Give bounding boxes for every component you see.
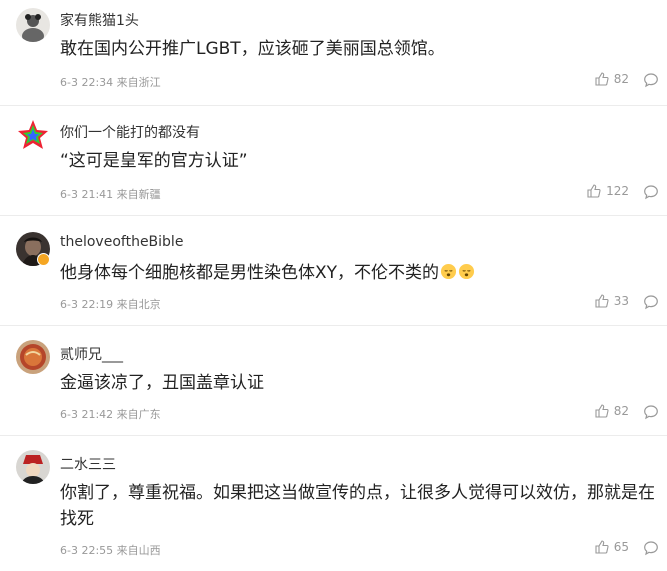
- like-count: 122: [606, 184, 629, 198]
- comment-text-body: 他身体每个细胞核都是男性染色体XY，不伦不类的: [60, 263, 440, 283]
- comment-item: 家有熊猫1头 敢在国内公开推广LGBT，应该砸了美丽国总领馆。 6-3 22:3…: [0, 0, 667, 106]
- username[interactable]: theloveoftheBible: [60, 234, 183, 250]
- comment-time: 6-3 22:19: [60, 298, 114, 311]
- comment-time: 6-3 21:42: [60, 408, 114, 421]
- thumbs-up-icon: [587, 184, 601, 198]
- thumbs-up-icon: [595, 294, 609, 308]
- comment-location: 来自北京: [116, 298, 161, 311]
- comment-meta: 6-3 22:19 来自北京: [60, 296, 161, 312]
- sleepy-face-emoji: [440, 263, 457, 280]
- comment-meta: 6-3 22:34 来自浙江: [60, 74, 161, 90]
- comment-text: 敢在国内公开推广LGBT，应该砸了美丽国总领馆。: [60, 39, 445, 59]
- like-count: 33: [613, 294, 629, 308]
- comment-text: 你割了，尊重祝福。如果把这当做宣传的点，让很多人觉得可以效仿，那就是在找死: [60, 483, 655, 529]
- like-button[interactable]: 33: [595, 294, 629, 308]
- comment-bubble-icon[interactable]: [643, 404, 659, 420]
- comment-item: theloveoftheBible 他身体每个细胞核都是男性染色体XY，不伦不类…: [0, 216, 667, 326]
- like-button[interactable]: 82: [595, 404, 629, 418]
- like-count: 65: [613, 540, 629, 554]
- comment-meta: 6-3 21:42 来自广东: [60, 406, 161, 422]
- thumbs-up-icon: [595, 72, 609, 86]
- sleepy-face-emoji: [458, 263, 475, 280]
- like-count: 82: [613, 72, 629, 86]
- thumbs-up-icon: [595, 404, 609, 418]
- comment-bubble-icon[interactable]: [643, 294, 659, 310]
- comment-meta: 6-3 22:55 来自山西: [60, 542, 161, 558]
- comment-item: 二水三三 你割了，尊重祝福。如果把这当做宣传的点，让很多人觉得可以效仿，那就是在…: [0, 436, 667, 571]
- comment-location: 来自新疆: [116, 188, 161, 201]
- comment-time: 6-3 22:55: [60, 544, 114, 557]
- comment-text: 他身体每个细胞核都是男性染色体XY，不伦不类的: [60, 260, 650, 286]
- username[interactable]: 你们一个能打的都没有: [60, 122, 200, 142]
- comment-bubble-icon[interactable]: [643, 72, 659, 88]
- thumbs-up-icon: [595, 540, 609, 554]
- verified-badge: [37, 253, 50, 266]
- avatar[interactable]: [16, 340, 50, 374]
- comment-location: 来自浙江: [116, 76, 161, 89]
- comment-time: 6-3 22:34: [60, 76, 114, 89]
- comment-text: 金逼该凉了，丑国盖章认证: [60, 373, 264, 393]
- comment-bubble-icon[interactable]: [643, 540, 659, 556]
- avatar[interactable]: [16, 8, 50, 42]
- like-count: 82: [613, 404, 629, 418]
- avatar[interactable]: [16, 450, 50, 484]
- comment-text: “这可是皇军的官方认证”: [60, 151, 248, 171]
- comment-location: 来自山西: [116, 544, 161, 557]
- username[interactable]: 家有熊猫1头: [60, 10, 139, 30]
- avatar[interactable]: [16, 118, 50, 152]
- comment-item: 贰师兄___ 金逼该凉了，丑国盖章认证 6-3 21:42 来自广东 82: [0, 326, 667, 436]
- username[interactable]: 二水三三: [60, 454, 116, 474]
- comment-meta: 6-3 21:41 来自新疆: [60, 186, 161, 202]
- like-button[interactable]: 82: [595, 72, 629, 86]
- comment-time: 6-3 21:41: [60, 188, 114, 201]
- username[interactable]: 贰师兄___: [60, 344, 123, 364]
- comment-bubble-icon[interactable]: [643, 184, 659, 200]
- like-button[interactable]: 65: [595, 540, 629, 554]
- like-button[interactable]: 122: [587, 184, 629, 198]
- comment-item: 你们一个能打的都没有 “这可是皇军的官方认证” 6-3 21:41 来自新疆 1…: [0, 106, 667, 216]
- comment-location: 来自广东: [116, 408, 161, 421]
